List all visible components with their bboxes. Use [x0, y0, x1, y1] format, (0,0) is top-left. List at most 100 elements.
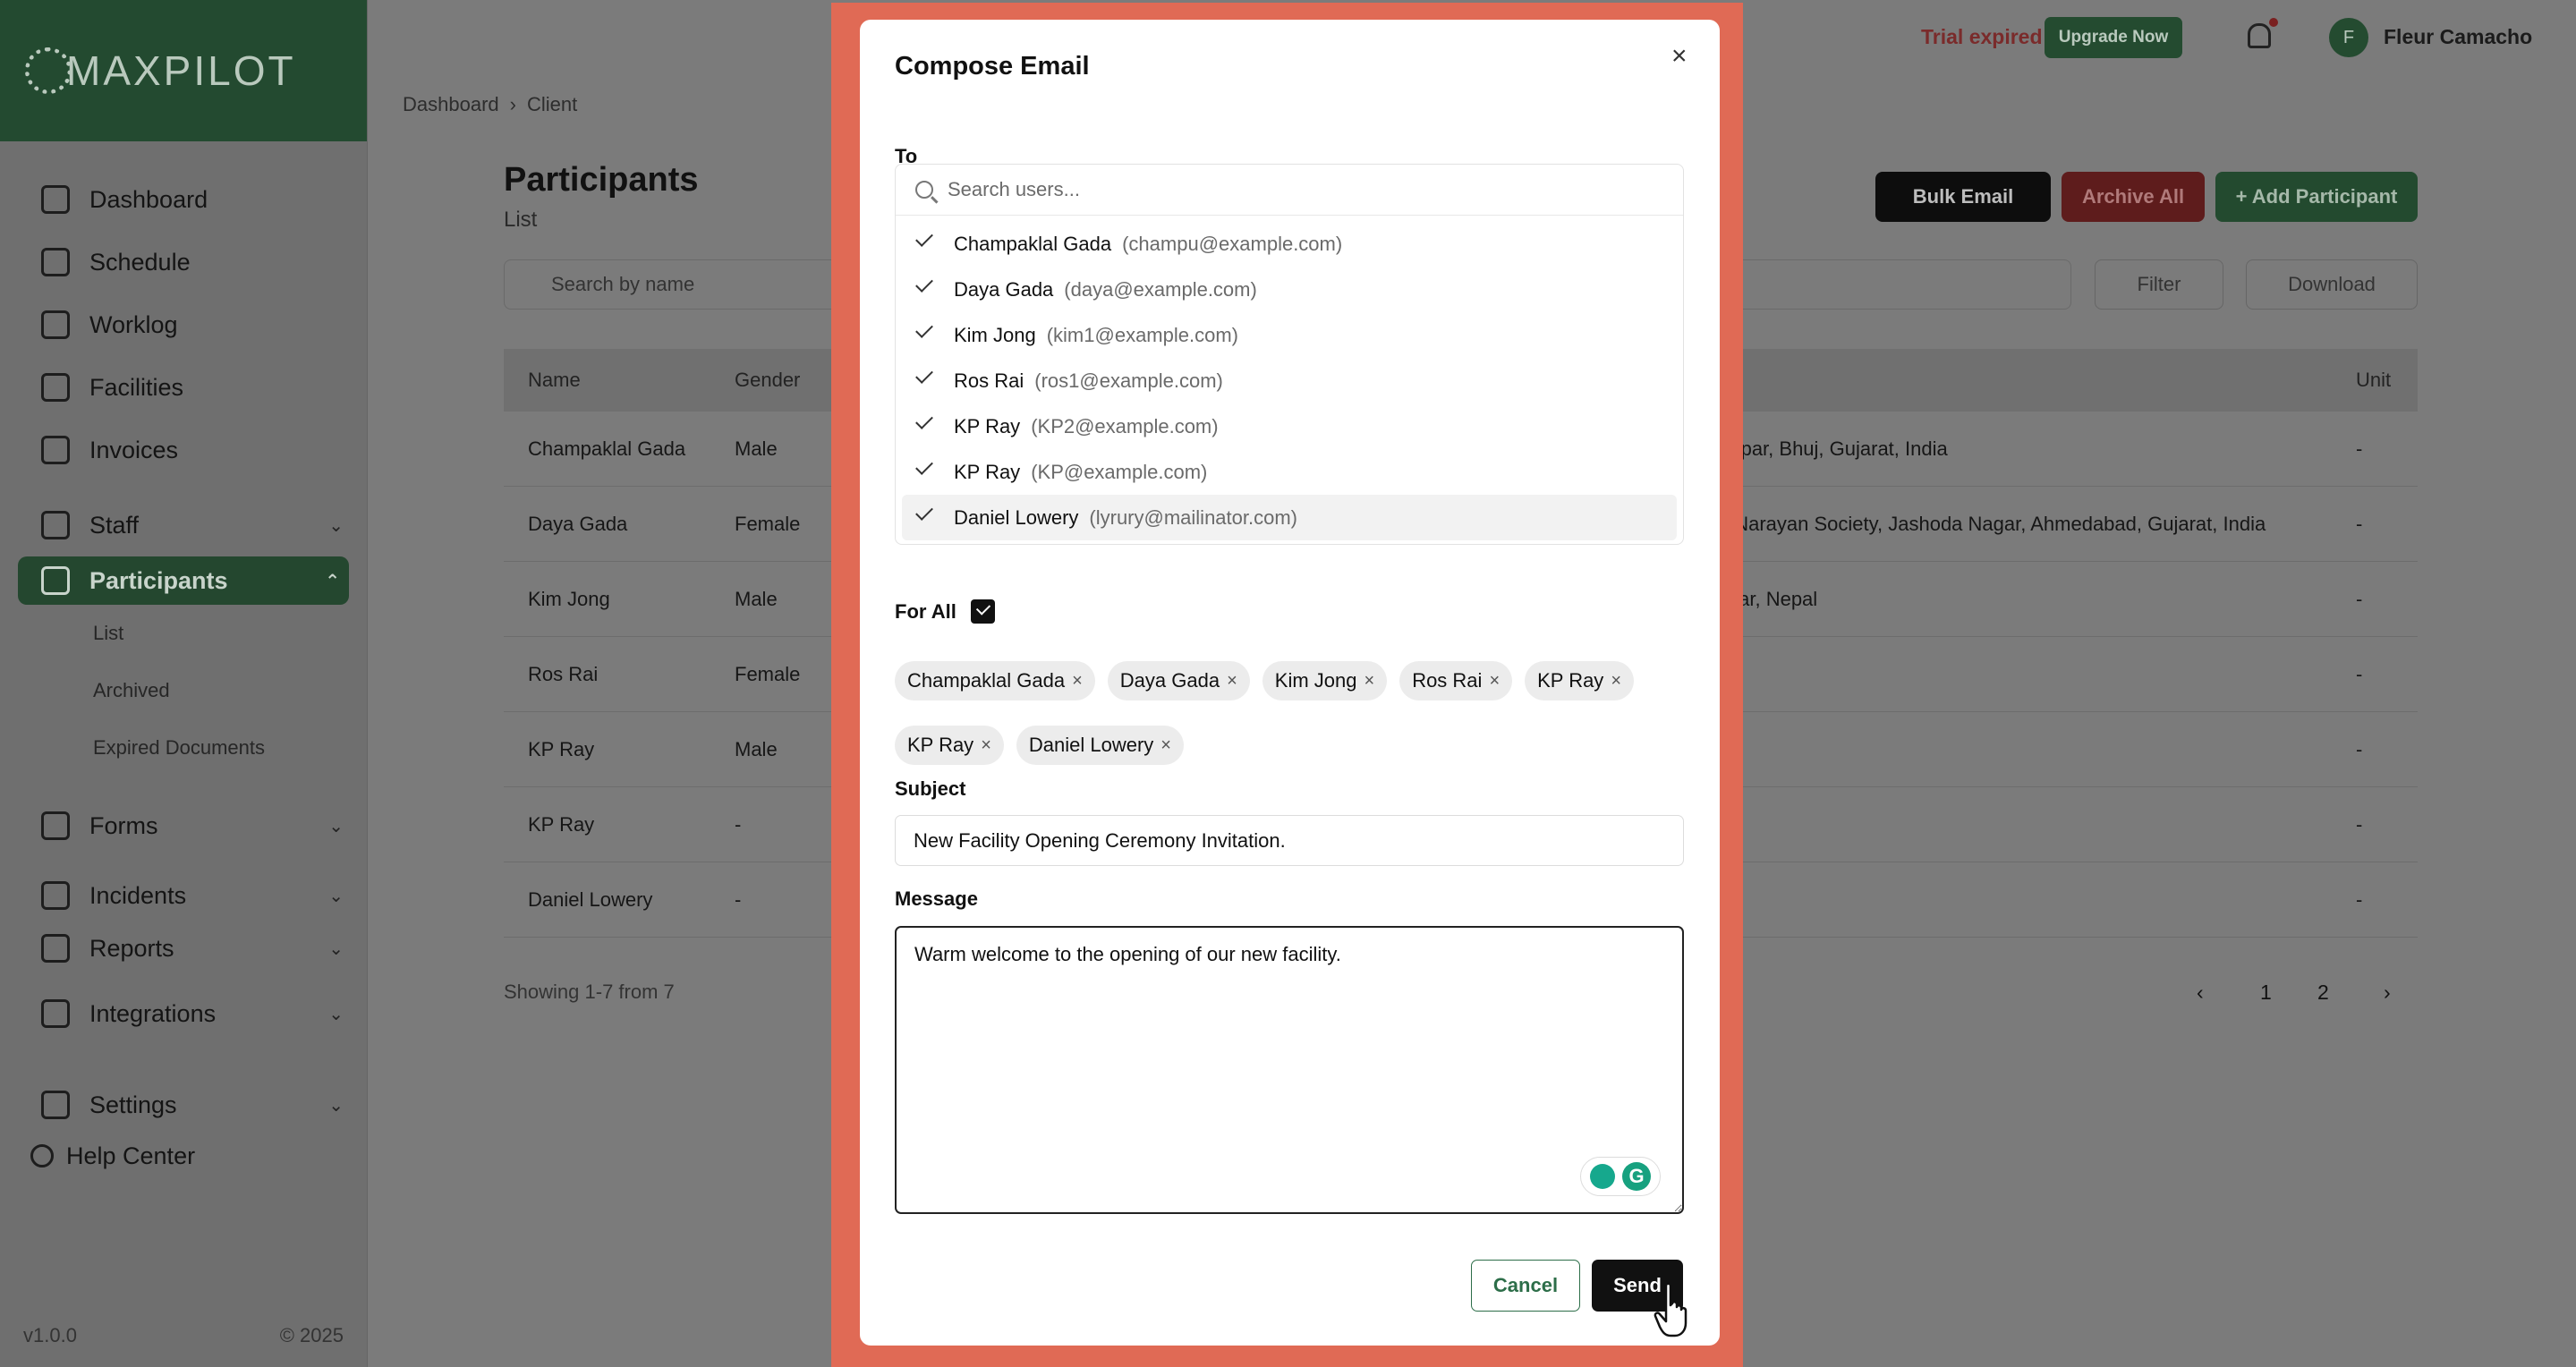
sidebar-item-help-center[interactable]: Help Center: [0, 1136, 367, 1176]
sidebar-subitem-archived[interactable]: Archived: [0, 662, 367, 719]
recipient-option[interactable]: Daniel Lowery (lyrury@mailinator.com): [902, 495, 1677, 540]
recipient-option[interactable]: Kim Jong (kim1@example.com): [902, 312, 1677, 358]
sidebar-item-forms[interactable]: Forms ⌄: [0, 794, 367, 857]
user-name[interactable]: Fleur Camacho: [2384, 25, 2532, 49]
copyright-text: © 2025: [279, 1324, 344, 1346]
chevron-left-icon[interactable]: ‹: [2197, 981, 2204, 1005]
bell-icon[interactable]: [2248, 23, 2271, 48]
gear-icon: [41, 1091, 70, 1119]
chevron-down-icon: ⌄: [328, 938, 344, 959]
grammarly-widget[interactable]: G: [1580, 1157, 1661, 1196]
remove-chip-icon[interactable]: ×: [981, 735, 991, 756]
version-text: v1.0.0: [23, 1324, 77, 1346]
subject-input[interactable]: [895, 815, 1684, 866]
invoice-icon: [41, 436, 70, 464]
remove-chip-icon[interactable]: ×: [1072, 671, 1083, 692]
chevron-right-icon[interactable]: ›: [2384, 981, 2391, 1005]
recipient-chip: KP Ray ×: [1525, 661, 1634, 700]
recipient-option[interactable]: Daya Gada (daya@example.com): [902, 267, 1677, 312]
check-icon: [915, 320, 933, 338]
breadcrumb-dashboard[interactable]: Dashboard: [403, 93, 499, 116]
recipient-option[interactable]: Ros Rai (ros1@example.com): [902, 358, 1677, 403]
chevron-down-icon: ⌄: [328, 816, 344, 836]
sidebar-item-reports[interactable]: Reports ⌄: [0, 927, 367, 970]
clipboard-icon: [41, 310, 70, 339]
remove-chip-icon[interactable]: ×: [1611, 671, 1621, 692]
filter-button[interactable]: Filter: [2095, 259, 2223, 310]
sidebar: MAXPILOT Dashboard Schedule Worklog Faci…: [0, 0, 368, 1367]
upgrade-button[interactable]: Upgrade Now: [2045, 17, 2182, 58]
recipient-option[interactable]: KP Ray (KP2@example.com): [902, 403, 1677, 449]
sidebar-footer: v1.0.0 © 2025: [23, 1324, 344, 1347]
sidebar-item-incidents[interactable]: Incidents ⌄: [0, 864, 367, 927]
page-2-button[interactable]: 2: [2317, 981, 2329, 1005]
sidebar-item-invoices[interactable]: Invoices: [0, 419, 367, 481]
recipient-option[interactable]: KP Ray (KP@example.com): [902, 449, 1677, 495]
archive-all-button[interactable]: Archive All: [2062, 172, 2205, 222]
remove-chip-icon[interactable]: ×: [1365, 671, 1375, 692]
sidebar-item-schedule[interactable]: Schedule: [0, 231, 367, 293]
dialog-title: Compose Email: [895, 52, 1090, 81]
recipient-search-input[interactable]: [948, 178, 1645, 201]
column-header-unit[interactable]: Unit: [2356, 369, 2391, 392]
check-icon: [915, 275, 933, 293]
bulk-email-button[interactable]: Bulk Email: [1875, 172, 2051, 222]
avatar[interactable]: F: [2329, 18, 2368, 57]
recipient-chip: Daya Gada ×: [1107, 661, 1250, 700]
recipient-combobox: Champaklal Gada(champu@example.com) Daya…: [895, 164, 1684, 545]
trial-status: Trial expired: [1921, 25, 2043, 48]
help-icon: [30, 1144, 54, 1167]
sidebar-item-integrations[interactable]: Integrations ⌄: [0, 982, 367, 1045]
remove-chip-icon[interactable]: ×: [1160, 735, 1171, 756]
sidebar-item-staff[interactable]: Staff ⌄: [0, 494, 367, 556]
message-textarea[interactable]: Warm welcome to the opening of our new f…: [895, 926, 1684, 1214]
lightbulb-icon[interactable]: [1590, 1164, 1615, 1189]
remove-chip-icon[interactable]: ×: [1227, 671, 1237, 692]
sidebar-nav: Dashboard Schedule Worklog Facilities In…: [0, 141, 367, 1176]
message-label: Message: [895, 887, 978, 910]
cancel-button[interactable]: Cancel: [1471, 1260, 1580, 1312]
sidebar-item-worklog[interactable]: Worklog: [0, 293, 367, 356]
check-icon: [915, 229, 933, 247]
logo-dots-icon: [25, 47, 72, 94]
recipient-option[interactable]: Champaklal Gada (champu@example.com): [902, 221, 1677, 267]
participants-icon: [41, 566, 70, 595]
logo-text: MAXPILOT: [66, 47, 296, 94]
sidebar-item-facilities[interactable]: Facilities: [0, 356, 367, 419]
chevron-right-icon: ›: [509, 93, 516, 115]
download-button[interactable]: Download: [2246, 259, 2418, 310]
column-header-name[interactable]: Name: [528, 369, 581, 392]
subject-label: Subject: [895, 777, 966, 800]
add-participant-button[interactable]: + Add Participant: [2215, 172, 2418, 222]
sidebar-subitem-expired-documents[interactable]: Expired Documents: [0, 719, 367, 777]
check-icon: [915, 503, 933, 521]
secondary-search-input[interactable]: [1727, 259, 2071, 310]
for-all-checkbox[interactable]: [970, 599, 995, 624]
grammarly-icon[interactable]: G: [1622, 1162, 1651, 1191]
sidebar-item-participants[interactable]: Participants ⌃: [18, 556, 349, 605]
remove-chip-icon[interactable]: ×: [1489, 671, 1500, 692]
participant-search-input[interactable]: Search by name: [504, 259, 880, 310]
recipient-chip: Kim Jong ×: [1262, 661, 1388, 700]
bar-chart-icon: [41, 934, 70, 963]
logo: MAXPILOT: [0, 0, 367, 141]
sidebar-item-settings[interactable]: Settings ⌄: [0, 1074, 367, 1136]
recipient-chip: Champaklal Gada ×: [895, 661, 1095, 700]
check-icon: [915, 412, 933, 429]
page-1-button[interactable]: 1: [2260, 981, 2272, 1005]
sidebar-subitem-list[interactable]: List: [0, 605, 367, 662]
sidebar-item-dashboard[interactable]: Dashboard: [0, 168, 367, 231]
calendar-icon: [41, 248, 70, 276]
chevron-down-icon: ⌄: [328, 886, 344, 906]
for-all-row: For All: [895, 599, 995, 624]
chevron-up-icon: ⌃: [325, 571, 340, 591]
hand-cursor-icon: [1654, 1282, 1688, 1337]
recipient-chip: Daniel Lowery ×: [1016, 726, 1184, 765]
column-header-gender[interactable]: Gender: [735, 369, 800, 392]
breadcrumb-client: Client: [526, 93, 578, 115]
chevron-down-icon: ⌄: [328, 1004, 344, 1024]
selected-recipients: Champaklal Gada × Daya Gada × Kim Jong × Ro…: [895, 661, 1684, 765]
notification-dot: [2269, 18, 2278, 27]
close-icon[interactable]: ×: [1671, 41, 1688, 72]
shield-icon: [41, 881, 70, 910]
